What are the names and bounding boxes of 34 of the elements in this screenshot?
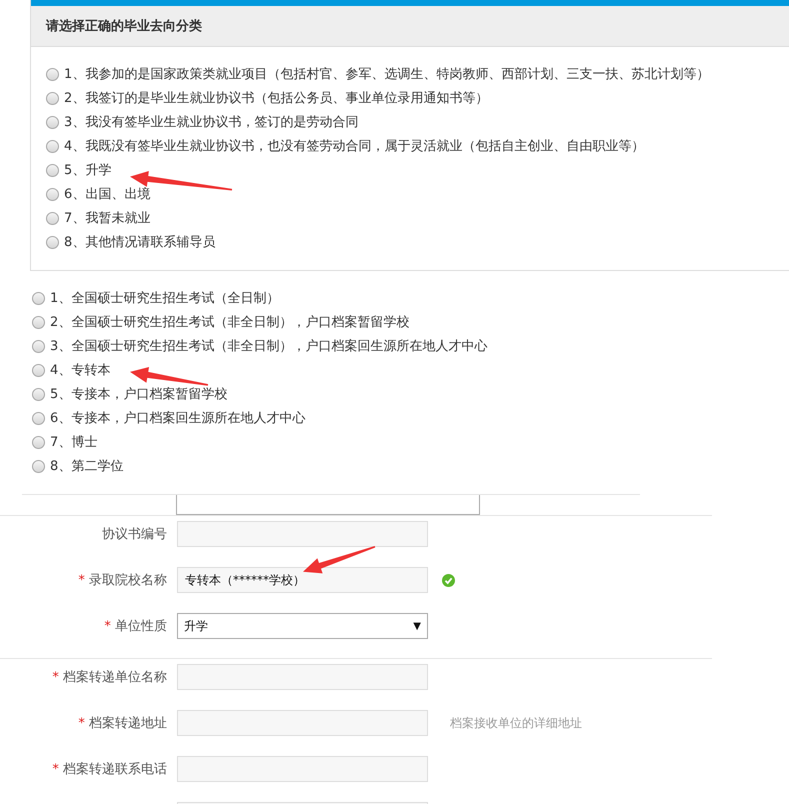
- check-icon: [442, 574, 455, 586]
- input-field[interactable]: [177, 664, 428, 690]
- field-label: 协议书编号: [101, 526, 167, 543]
- radio-option[interactable]: 8、第二学位: [32, 454, 789, 478]
- radio-option[interactable]: 6、出国、出境: [46, 182, 789, 206]
- select-dropdown[interactable]: 升学 ▼: [177, 613, 428, 639]
- input-field[interactable]: [177, 710, 428, 736]
- input-field[interactable]: 专转本（******学校）: [177, 567, 428, 593]
- radio-option[interactable]: 1、我参加的是国家政策类就业项目（包括村官、参军、选调生、特岗教师、西部计划、三支一扶、苏北计划等）: [46, 62, 789, 86]
- radio-option[interactable]: 6、专接本，户口档案回生源所在地人才中心: [32, 406, 789, 430]
- arrow-icon: [303, 546, 376, 574]
- panel-title: 请选择正确的毕业去向分类: [46, 18, 202, 35]
- field-hint: 档案接收单位的详细地址: [450, 714, 582, 732]
- radio-option[interactable]: 4、专转本: [32, 358, 789, 382]
- field-label: * 档案转递联系电话: [51, 761, 167, 778]
- radio-option[interactable]: 1、全国硕士研究生招生考试（全日制）: [32, 286, 789, 310]
- text-area[interactable]: [176, 495, 480, 515]
- input-field[interactable]: [177, 756, 428, 782]
- field-label: * 录取院校名称: [77, 572, 167, 589]
- input-field[interactable]: [177, 521, 428, 547]
- field-label: * 档案转递地址: [77, 715, 167, 732]
- field-label: * 单位性质: [103, 618, 167, 635]
- arrow-icon: [130, 367, 208, 386]
- radio-option[interactable]: 7、博士: [32, 430, 789, 454]
- radio-option[interactable]: 7、我暂未就业: [46, 206, 789, 230]
- field-label: * 档案转递单位名称: [51, 669, 167, 686]
- radio-option[interactable]: 5、升学: [46, 158, 789, 182]
- radio-option[interactable]: 5、专接本，户口档案暂留学校: [32, 382, 789, 406]
- radio-option[interactable]: 3、全国硕士研究生招生考试（非全日制），户口档案回生源所在地人才中心: [32, 334, 789, 358]
- radio-option[interactable]: 2、全国硕士研究生招生考试（非全日制），户口档案暂留学校: [32, 310, 789, 334]
- radio-option[interactable]: 4、我既没有签毕业生就业协议书，也没有签劳动合同，属于灵活就业（包括自主创业、自由职业等）: [46, 134, 789, 158]
- radio-option[interactable]: 8、其他情况请联系辅导员: [46, 230, 789, 254]
- radio-option[interactable]: 3、我没有签毕业生就业协议书，签订的是劳动合同: [46, 110, 789, 134]
- radio-option[interactable]: 2、我签订的是毕业生就业协议书（包括公务员、事业单位录用通知书等）: [46, 86, 789, 110]
